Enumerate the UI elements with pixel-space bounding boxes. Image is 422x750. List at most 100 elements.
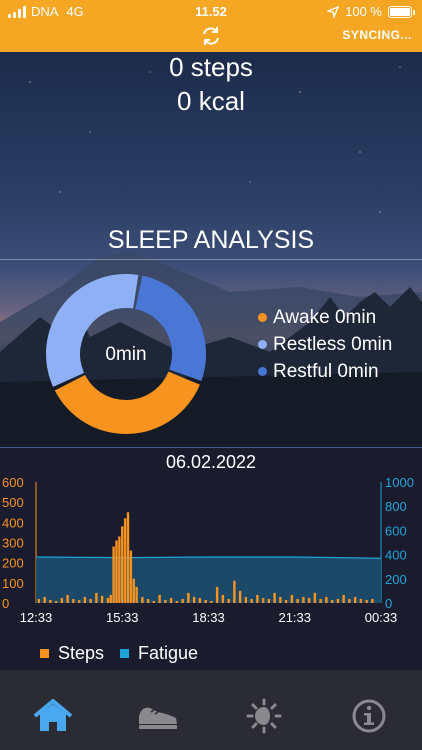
left-axis-tick: 400	[2, 515, 24, 530]
awake-dot	[258, 313, 267, 322]
sleep-legend: Awake 0min Restless 0min Restful 0min	[258, 304, 392, 385]
right-axis-tick: 0	[385, 596, 392, 611]
steps-bar	[215, 586, 219, 603]
steps-bar	[141, 596, 144, 603]
steps-bar	[66, 594, 69, 603]
steps-bar	[210, 600, 213, 603]
steps-bar	[146, 598, 150, 603]
steps-count: 0 steps	[169, 52, 253, 82]
tab-activity[interactable]	[106, 670, 212, 750]
steps-bar	[83, 596, 87, 603]
steps-bar	[106, 597, 110, 603]
steps-bar	[284, 599, 288, 603]
status-right: 100 %	[327, 4, 415, 19]
sync-status: SYNCING...	[342, 28, 412, 42]
info-icon	[352, 699, 386, 733]
steps-bar	[126, 512, 130, 603]
tab-sleep[interactable]	[211, 670, 317, 750]
steps-bar	[359, 598, 363, 603]
steps-bar	[250, 598, 253, 603]
steps-bar	[187, 592, 190, 603]
sync-icon[interactable]	[199, 24, 223, 48]
steps-bar	[198, 597, 202, 603]
steps-bar	[365, 599, 368, 603]
sleep-analysis-title: SLEEP ANALYSIS	[107, 226, 315, 254]
steps-bar	[169, 597, 173, 603]
steps-bar	[233, 580, 236, 603]
steps-bar	[267, 598, 271, 603]
sun-moon-icon	[246, 698, 282, 734]
steps-bar	[313, 592, 317, 603]
legend-restful: Restful 0min	[258, 358, 392, 385]
steps-bar	[72, 598, 75, 603]
steps-bar	[336, 598, 340, 603]
steps-bar	[342, 594, 345, 603]
steps-bar	[296, 598, 299, 603]
steps-bar	[319, 598, 322, 603]
steps-bar	[348, 598, 351, 603]
steps-bar	[100, 595, 104, 603]
home-icon	[33, 699, 73, 731]
location-arrow-icon	[327, 5, 340, 18]
divider	[0, 259, 422, 260]
steps-bar	[330, 599, 334, 603]
x-axis-tick: 18:33	[192, 610, 225, 625]
shoe-icon	[139, 707, 178, 729]
steps-bar	[181, 598, 184, 603]
steps-bar	[158, 594, 161, 603]
x-axis-tick: 21:33	[278, 610, 311, 625]
steps-bar	[302, 596, 305, 603]
steps-bar	[132, 578, 135, 603]
fatigue-area	[36, 557, 381, 603]
left-axis-tick: 200	[2, 556, 24, 571]
steps-bar	[290, 594, 294, 603]
steps-bar	[175, 600, 179, 603]
battery-icon	[388, 5, 415, 18]
steps-bar	[123, 518, 127, 603]
steps-bar	[49, 599, 52, 603]
restful-dot	[258, 367, 267, 376]
steps-bar	[43, 596, 46, 603]
tab-home[interactable]	[0, 670, 106, 750]
right-axis-tick: 800	[385, 499, 407, 514]
steps-bar	[261, 597, 265, 603]
kcal-count: 0 kcal	[177, 86, 245, 116]
fatigue-legend-label: Fatigue	[138, 643, 199, 663]
left-axis-tick: 300	[2, 536, 24, 551]
steps-bar	[89, 598, 92, 603]
steps-legend-label: Steps	[58, 643, 105, 663]
steps-bar	[109, 594, 112, 603]
steps-bar	[371, 598, 374, 603]
left-axis-tick: 500	[2, 495, 24, 510]
steps-bar	[135, 586, 138, 603]
steps-fatigue-chart: 0 100 200 300 400 500 600 0 200 400 600 800 1000 12:3…	[2, 475, 414, 625]
legend-awake: Awake 0min	[258, 304, 392, 331]
left-axis-tick: 0	[2, 596, 9, 611]
x-axis-tick: 00:33	[365, 610, 398, 625]
steps-bar	[118, 536, 121, 603]
steps-bar	[60, 597, 64, 603]
right-axis-tick: 600	[385, 523, 407, 538]
steps-bar	[115, 540, 118, 603]
steps-bar	[37, 598, 41, 603]
steps-bar	[129, 550, 133, 603]
restless-dot	[258, 340, 267, 349]
steps-bar	[54, 600, 58, 603]
status-bar: DNA 4G 11.52 100 % SYNCING...	[0, 0, 422, 52]
steps-bar	[204, 599, 207, 603]
steps-bar	[152, 600, 156, 603]
hero-panel: 0 steps 0 kcal SLEEP ANALYSIS 0min Awake…	[0, 52, 422, 447]
legend-restless: Restless 0min	[258, 331, 392, 358]
steps-bar	[256, 594, 259, 603]
fatigue-legend-swatch	[120, 649, 130, 658]
x-axis-tick: 12:33	[20, 610, 53, 625]
restful-label: Restful 0min	[273, 360, 379, 382]
restless-label: Restless 0min	[273, 333, 393, 355]
tab-info[interactable]	[317, 670, 422, 750]
x-axis-tick: 15:33	[106, 610, 139, 625]
right-axis-tick: 1000	[385, 475, 414, 490]
right-axis-tick: 200	[385, 572, 407, 587]
steps-bar	[238, 590, 242, 603]
steps-bar	[307, 597, 311, 603]
steps-bar	[244, 596, 248, 603]
